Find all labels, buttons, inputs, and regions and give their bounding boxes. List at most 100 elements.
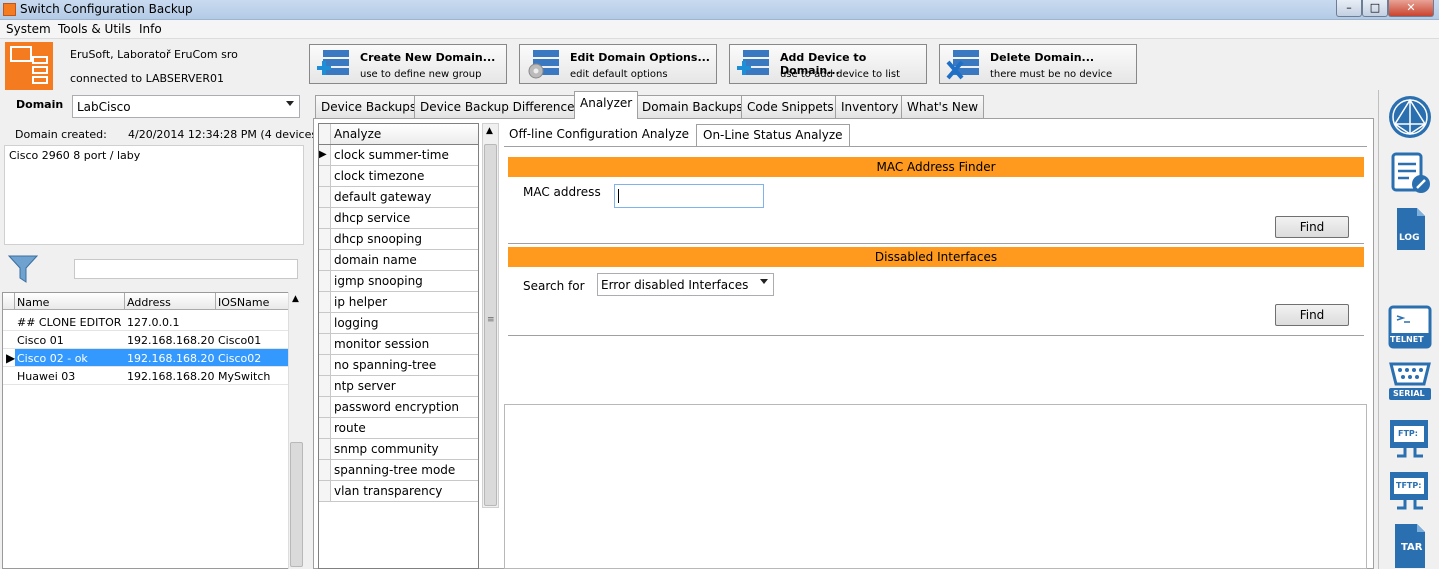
command-item[interactable]: ntp server	[319, 376, 478, 397]
tab-device-backups[interactable]: Device Backups	[315, 95, 423, 118]
command-label: ip helper	[334, 295, 388, 309]
command-item[interactable]: domain name	[319, 250, 478, 271]
cell-ios: Cisco01	[218, 334, 262, 347]
command-item[interactable]: password encryption	[319, 397, 478, 418]
tab-domain-backups[interactable]: Domain Backups	[636, 95, 749, 118]
app-logo	[5, 42, 53, 90]
maximize-button[interactable]: □	[1362, 0, 1388, 17]
filter-icon[interactable]	[7, 253, 39, 285]
command-item[interactable]: ip helper	[319, 292, 478, 313]
command-item[interactable]: default gateway	[319, 187, 478, 208]
cell-name: Cisco 01	[17, 334, 64, 347]
command-item[interactable]: monitor session	[319, 334, 478, 355]
command-label: dhcp snooping	[334, 232, 422, 246]
edit-document-icon[interactable]	[1387, 150, 1433, 196]
analyze-output-area[interactable]	[504, 404, 1367, 569]
analyze-command-list: Analyze ▶ clock summer-time clock timezone…	[318, 123, 479, 569]
command-item[interactable]: clock timezone	[319, 166, 478, 187]
command-label: clock summer-time	[334, 148, 449, 162]
tab-analyzer[interactable]: Analyzer	[574, 91, 639, 119]
cell-address: 192.168.168.205	[127, 370, 215, 383]
table-row[interactable]: ## CLONE EDITOR ## 127.0.0.1	[3, 313, 289, 331]
command-item[interactable]: ▶ clock summer-time	[319, 145, 478, 166]
grid-scrollbar[interactable]: ▲	[288, 292, 304, 569]
menu-system[interactable]: System	[6, 22, 51, 36]
find-mac-button[interactable]: Find	[1275, 216, 1349, 238]
serial-port-icon[interactable]: SERIAL	[1387, 358, 1433, 404]
tab-offline-analyze[interactable]: Off-line Configuration Analyze	[503, 124, 695, 146]
tar-file-icon[interactable]: TAR	[1387, 522, 1433, 568]
command-item[interactable]: igmp snooping	[319, 271, 478, 292]
column-address[interactable]: Address	[125, 293, 216, 310]
log-file-icon[interactable]: LOG	[1387, 206, 1433, 252]
row-gutter	[319, 187, 331, 207]
column-name[interactable]: Name	[15, 293, 125, 310]
connection-status: connected to LABSERVER01	[70, 72, 224, 85]
tab-code-snippets[interactable]: Code Snippets	[741, 95, 840, 118]
column-iosname[interactable]: IOSName	[216, 293, 289, 310]
scroll-thumb[interactable]	[290, 442, 303, 567]
minimize-button[interactable]: –	[1336, 0, 1362, 17]
find-disabled-button[interactable]: Find	[1275, 304, 1349, 326]
row-gutter	[319, 292, 331, 312]
subtab-divider	[504, 146, 1367, 147]
row-gutter	[319, 250, 331, 270]
menu-info[interactable]: Info	[139, 22, 162, 36]
edit-domain-button[interactable]: Edit Domain Options... edit default opti…	[519, 44, 717, 84]
command-item[interactable]: snmp community	[319, 439, 478, 460]
tab-inventory[interactable]: Inventory	[835, 95, 905, 118]
row-gutter	[319, 229, 331, 249]
section-divider	[508, 243, 1364, 244]
command-item[interactable]: no spanning-tree	[319, 355, 478, 376]
ftp-icon[interactable]: FTP:	[1387, 416, 1433, 462]
create-domain-button[interactable]: Create New Domain... use to define new g…	[309, 44, 507, 84]
scroll-up-icon[interactable]: ▲	[486, 126, 493, 136]
command-item[interactable]: logging	[319, 313, 478, 334]
command-list-scrollbar[interactable]: ▲ ≡	[482, 123, 499, 508]
domain-select[interactable]: LabCisco	[72, 95, 300, 118]
command-item[interactable]: vlan transparency	[319, 481, 478, 502]
table-row-selected[interactable]: ▶ Cisco 02 - ok 192.168.168.204 Cisco02	[3, 349, 289, 367]
command-item[interactable]: route	[319, 418, 478, 439]
row-gutter	[319, 418, 331, 438]
domain-description[interactable]: Cisco 2960 8 port / laby	[4, 145, 304, 245]
table-row[interactable]: Huawei 03 192.168.168.205 MySwitch	[3, 367, 289, 385]
right-toolbar: LOG TELNET SERIAL FTP: TFTP: TAR	[1378, 90, 1439, 569]
search-for-select[interactable]: Error disabled Interfaces	[597, 273, 774, 296]
close-button[interactable]: ✕	[1388, 0, 1434, 17]
menu-bar: System Tools & Utils Info	[0, 20, 1439, 39]
menu-tools[interactable]: Tools & Utils	[58, 22, 131, 36]
cell-name: Cisco 02 - ok	[17, 352, 88, 365]
row-gutter	[319, 271, 331, 291]
filter-input[interactable]	[74, 259, 298, 279]
tab-backup-differences[interactable]: Device Backup Differences	[414, 95, 587, 118]
telnet-icon[interactable]: TELNET	[1387, 304, 1433, 350]
mac-address-label: MAC address	[523, 185, 601, 199]
command-item[interactable]: spanning-tree mode	[319, 460, 478, 481]
cell-ios: Cisco02	[218, 352, 262, 365]
delete-domain-button[interactable]: Delete Domain... there must be no device	[939, 44, 1137, 84]
mac-address-input[interactable]	[614, 184, 764, 208]
row-gutter	[319, 334, 331, 354]
serial-label: SERIAL	[1393, 389, 1425, 398]
tab-online-analyze[interactable]: On-Line Status Analyze	[696, 124, 850, 146]
grid-row-header	[3, 293, 15, 310]
add-device-button[interactable]: Add Device to Domain... use to add devic…	[729, 44, 927, 84]
tftp-label: TFTP:	[1396, 481, 1422, 490]
scroll-up-icon[interactable]: ▲	[292, 294, 299, 304]
scroll-thumb[interactable]: ≡	[484, 144, 497, 506]
table-row[interactable]: Cisco 01 192.168.168.203 Cisco01	[3, 331, 289, 349]
edit-domain-title: Edit Domain Options...	[570, 51, 710, 64]
row-gutter	[319, 439, 331, 459]
network-globe-icon[interactable]	[1387, 94, 1433, 140]
domain-created-value: 4/20/2014 12:34:28 PM (4 devices)	[128, 128, 322, 141]
command-item[interactable]: dhcp snooping	[319, 229, 478, 250]
tab-whats-new[interactable]: What's New	[901, 95, 985, 118]
row-pointer-icon: ▶	[6, 351, 16, 365]
tftp-icon[interactable]: TFTP:	[1387, 468, 1433, 514]
command-label: route	[334, 421, 366, 435]
create-domain-title: Create New Domain...	[360, 51, 496, 64]
row-gutter	[319, 397, 331, 417]
cell-name: Huawei 03	[17, 370, 76, 383]
command-item[interactable]: dhcp service	[319, 208, 478, 229]
